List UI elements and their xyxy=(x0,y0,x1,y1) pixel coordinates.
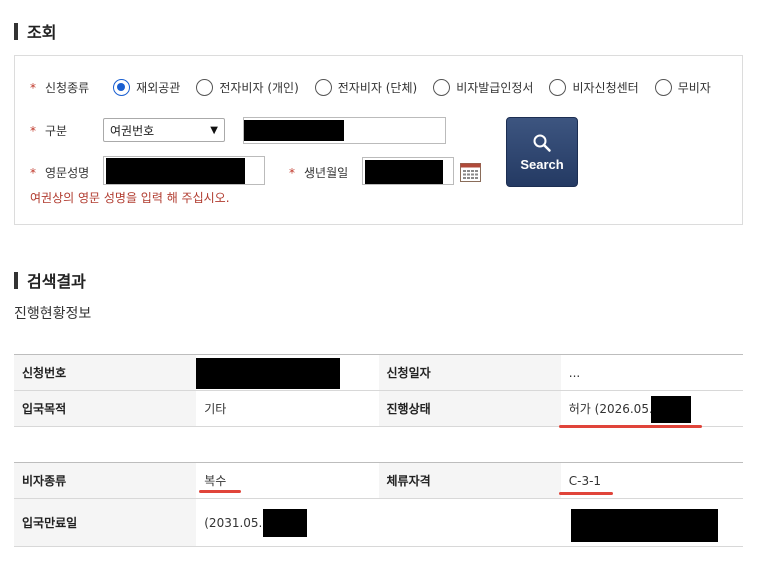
radio-unchecked-icon xyxy=(196,79,214,96)
category-select-value: 여권번호 xyxy=(110,123,155,138)
empty-value-cell xyxy=(560,498,743,547)
english-name-input[interactable] xyxy=(103,156,265,185)
radio-label: 전자비자 (단체) xyxy=(337,81,418,95)
english-name-label: 영문성명 xyxy=(45,166,90,180)
radio-option-1[interactable]: 전자비자 (개인) xyxy=(196,79,299,96)
category-label: 구분 xyxy=(45,124,68,138)
category-select[interactable]: 여권번호 ▼ xyxy=(103,118,225,142)
lookup-title: 조회 xyxy=(27,23,57,42)
redaction-block xyxy=(263,509,308,537)
radio-unchecked-icon xyxy=(549,79,567,96)
calendar-icon[interactable] xyxy=(460,162,481,182)
english-name-row: * 영문성명 xyxy=(30,164,89,181)
entry-expiry-value: (2031.05. xyxy=(204,515,263,530)
table-header-cell: 비자종류 xyxy=(14,462,197,499)
entry-purpose-value: 기타 xyxy=(196,390,379,427)
application-type-row: * 신청종류 재외공관 전자비자 (개인) 전자비자 (단체) 비자발급인정서 … xyxy=(30,79,711,96)
search-button-label: Search xyxy=(520,156,564,172)
radio-option-5[interactable]: 무비자 xyxy=(654,79,711,96)
highlight-underline xyxy=(559,425,702,428)
redaction-block xyxy=(365,160,443,184)
required-mark: * xyxy=(30,80,36,95)
required-mark: * xyxy=(30,123,36,138)
application-number-value xyxy=(196,354,379,391)
progress-status-cell: 허가 (2026.05. xyxy=(560,390,743,427)
redaction-block xyxy=(570,509,718,542)
radio-option-0[interactable]: 재외공관 xyxy=(113,79,180,96)
entry-expiry-cell: (2031.05. xyxy=(196,498,379,547)
table-header-cell: 신청번호 xyxy=(14,354,197,391)
table-header-cell: 체류자격 xyxy=(378,462,561,499)
progress-table-2: 비자종류 복수 체류자격 C-3-1 입국만료일 (2031.05. xyxy=(14,462,743,547)
redaction-block xyxy=(106,158,245,184)
birth-date-input[interactable] xyxy=(362,157,454,185)
results-title: 검색결과 xyxy=(27,272,86,291)
passport-number-input[interactable] xyxy=(243,117,446,144)
redaction-block xyxy=(196,358,341,389)
english-name-hint: 여권상의 영문 성명을 입력 해 주십시오. xyxy=(30,191,230,205)
table-row: 입국만료일 (2031.05. xyxy=(14,498,743,547)
radio-label: 비자발급인정서 xyxy=(456,81,534,95)
application-type-label: 신청종류 xyxy=(45,81,90,95)
radio-checked-icon xyxy=(113,79,131,96)
redaction-block xyxy=(650,396,691,423)
required-mark: * xyxy=(30,165,36,180)
table-row: 신청번호 신청일자 ... xyxy=(14,354,743,391)
lookup-section-title: 조회 xyxy=(14,19,56,43)
title-bar xyxy=(14,271,18,289)
application-date-value: ... xyxy=(560,354,743,391)
results-section-title: 검색결과 xyxy=(14,268,86,292)
radio-unchecked-icon xyxy=(433,79,451,96)
progress-table-1: 신청번호 신청일자 ... 입국목적 기타 진행상태 허가 (2026.05. xyxy=(14,354,743,427)
title-bar xyxy=(14,22,18,40)
required-mark: * xyxy=(289,165,295,180)
magnifier-icon xyxy=(533,134,551,152)
table-empty-cell xyxy=(378,498,561,547)
highlight-underline xyxy=(199,490,241,493)
radio-label: 전자비자 (개인) xyxy=(219,81,299,95)
radio-label: 재외공관 xyxy=(136,81,181,95)
table-header-cell: 진행상태 xyxy=(378,390,561,427)
redaction-block xyxy=(244,120,344,141)
visa-type-value: 복수 xyxy=(196,462,379,499)
progress-info-subtitle: 진행현황정보 xyxy=(14,306,92,322)
progress-status-value: 허가 (2026.05. xyxy=(568,402,653,416)
radio-unchecked-icon xyxy=(654,79,672,96)
table-header-cell: 입국목적 xyxy=(14,390,197,427)
radio-label: 비자신청센터 xyxy=(572,81,639,95)
radio-label: 무비자 xyxy=(677,81,711,95)
radio-option-2[interactable]: 전자비자 (단체) xyxy=(314,79,418,96)
table-row: 비자종류 복수 체류자격 C-3-1 xyxy=(14,462,743,499)
table-header-cell: 신청일자 xyxy=(378,354,561,391)
table-header-cell: 입국만료일 xyxy=(14,498,197,547)
highlight-underline xyxy=(559,492,613,495)
search-button[interactable]: Search xyxy=(506,117,578,187)
birth-date-label: 생년월일 xyxy=(304,166,349,180)
chevron-down-icon: ▼ xyxy=(210,124,218,136)
table-row: 입국목적 기타 진행상태 허가 (2026.05. xyxy=(14,390,743,427)
category-row: * 구분 xyxy=(30,122,67,139)
radio-option-4[interactable]: 비자신청센터 xyxy=(549,79,639,96)
birth-date-row: * 생년월일 xyxy=(289,164,348,181)
radio-option-3[interactable]: 비자발급인정서 xyxy=(433,79,533,96)
radio-unchecked-icon xyxy=(314,79,332,96)
